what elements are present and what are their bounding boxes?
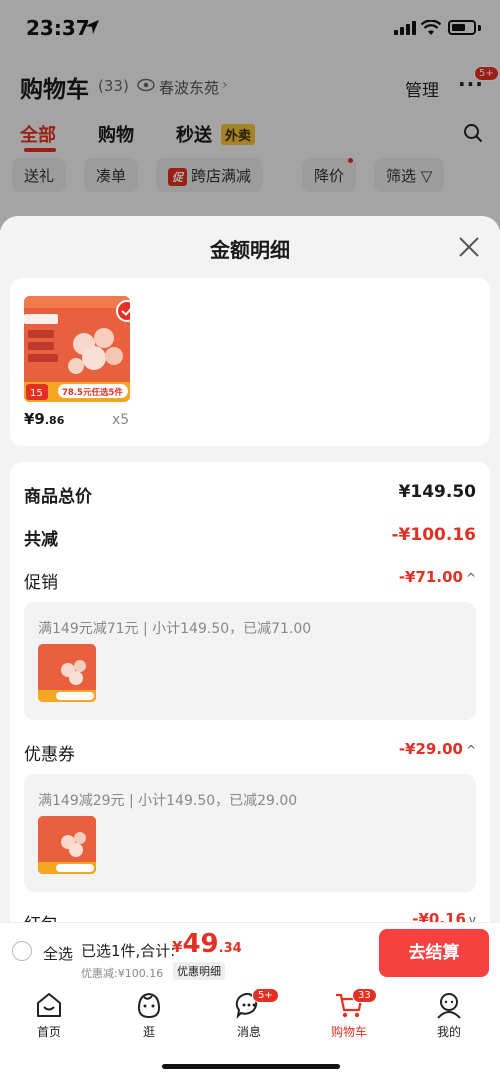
promo-detail-text: 满149元减71元 | 小计149.50，已减71.00 xyxy=(38,621,312,637)
promo-product-thumbnail xyxy=(38,644,96,702)
goods-total-value: ¥149.50 xyxy=(398,482,476,502)
thumbnail-illustration xyxy=(38,816,96,874)
tab-profile-label: 我的 xyxy=(436,1025,461,1039)
saving-text: 优惠减:¥100.16 xyxy=(81,967,164,980)
modal-overlay[interactable] xyxy=(0,0,500,230)
product-price-main: ¥9 xyxy=(24,410,45,428)
coupon-product-thumbnail xyxy=(38,816,96,874)
coupon-toggle[interactable]: -¥29.00 ^ xyxy=(399,740,476,758)
tab-profile[interactable]: 我的 xyxy=(414,990,484,1040)
select-all-label[interactable]: 全选 xyxy=(43,943,73,964)
tab-messages[interactable]: 消息 5+ xyxy=(214,988,284,1040)
home-indicator[interactable] xyxy=(162,1064,340,1069)
selected-summary: 已选1件,合计: xyxy=(81,942,176,960)
product-img-price: 15 xyxy=(30,388,43,399)
product-card: 15 78.5元任选5件 ¥9.86 x5 xyxy=(10,278,490,446)
total-reduce-label: 共减 xyxy=(24,530,58,550)
coupon-detail: 满149减29元 | 小计149.50，已减29.00 xyxy=(24,774,476,892)
home-icon xyxy=(37,993,61,1017)
close-icon[interactable] xyxy=(458,236,480,258)
promo-value: -¥71.00 xyxy=(398,568,463,586)
total-reduce-value: -¥100.16 xyxy=(391,525,477,545)
chevron-up-icon: ^ xyxy=(465,571,476,585)
total-int: 49 xyxy=(182,929,219,959)
total-dec: .34 xyxy=(218,941,242,956)
tab-home[interactable]: 首页 xyxy=(14,990,84,1040)
goods-total-label: 商品总价 xyxy=(24,487,92,507)
sheet-title: 金额明细 xyxy=(210,238,290,262)
total-symbol: ¥ xyxy=(172,938,183,956)
product-price-decimal: .86 xyxy=(44,414,65,427)
browse-icon xyxy=(137,992,161,1019)
product-illustration: 15 78.5元任选5件 xyxy=(24,296,130,402)
product-image[interactable]: 15 78.5元任选5件 xyxy=(24,296,130,402)
coupon-label: 优惠券 xyxy=(24,745,75,765)
coupon-detail-text: 满149减29元 | 小计149.50，已减29.00 xyxy=(38,793,298,809)
coupon-value: -¥29.00 xyxy=(398,740,463,758)
tab-cart-label: 购物车 xyxy=(330,1025,367,1039)
tab-cart[interactable]: 购物车 33 xyxy=(314,988,384,1040)
discount-detail-link[interactable]: 优惠明细 xyxy=(173,962,225,980)
product-img-banner: 78.5元任选5件 xyxy=(62,387,123,398)
product-price: ¥9.86 xyxy=(24,410,64,428)
profile-icon xyxy=(437,993,461,1019)
messages-badge: 5+ xyxy=(252,988,279,1003)
tab-browse[interactable]: 逛 xyxy=(114,990,184,1040)
promo-label: 促销 xyxy=(24,573,58,593)
promo-detail: 满149元减71元 | 小计149.50，已减71.00 xyxy=(24,602,476,720)
product-quantity: x5 xyxy=(112,412,130,428)
chevron-up-icon: ^ xyxy=(465,743,476,757)
promo-toggle[interactable]: -¥71.00 ^ xyxy=(399,568,476,586)
tab-home-label: 首页 xyxy=(36,1025,61,1039)
select-all-radio[interactable] xyxy=(12,941,32,961)
checkout-bar: 全选 已选1件,合计: ¥49.34 优惠减:¥100.16 优惠明细 去结算 xyxy=(0,922,500,982)
tab-browse-label: 逛 xyxy=(142,1025,155,1039)
tab-messages-label: 消息 xyxy=(236,1025,261,1039)
cart-badge: 33 xyxy=(352,988,377,1003)
total-price: ¥49.34 xyxy=(172,929,242,959)
checkout-button[interactable]: 去结算 xyxy=(379,929,489,977)
thumbnail-illustration xyxy=(38,644,96,702)
selected-check-icon[interactable] xyxy=(116,300,130,322)
